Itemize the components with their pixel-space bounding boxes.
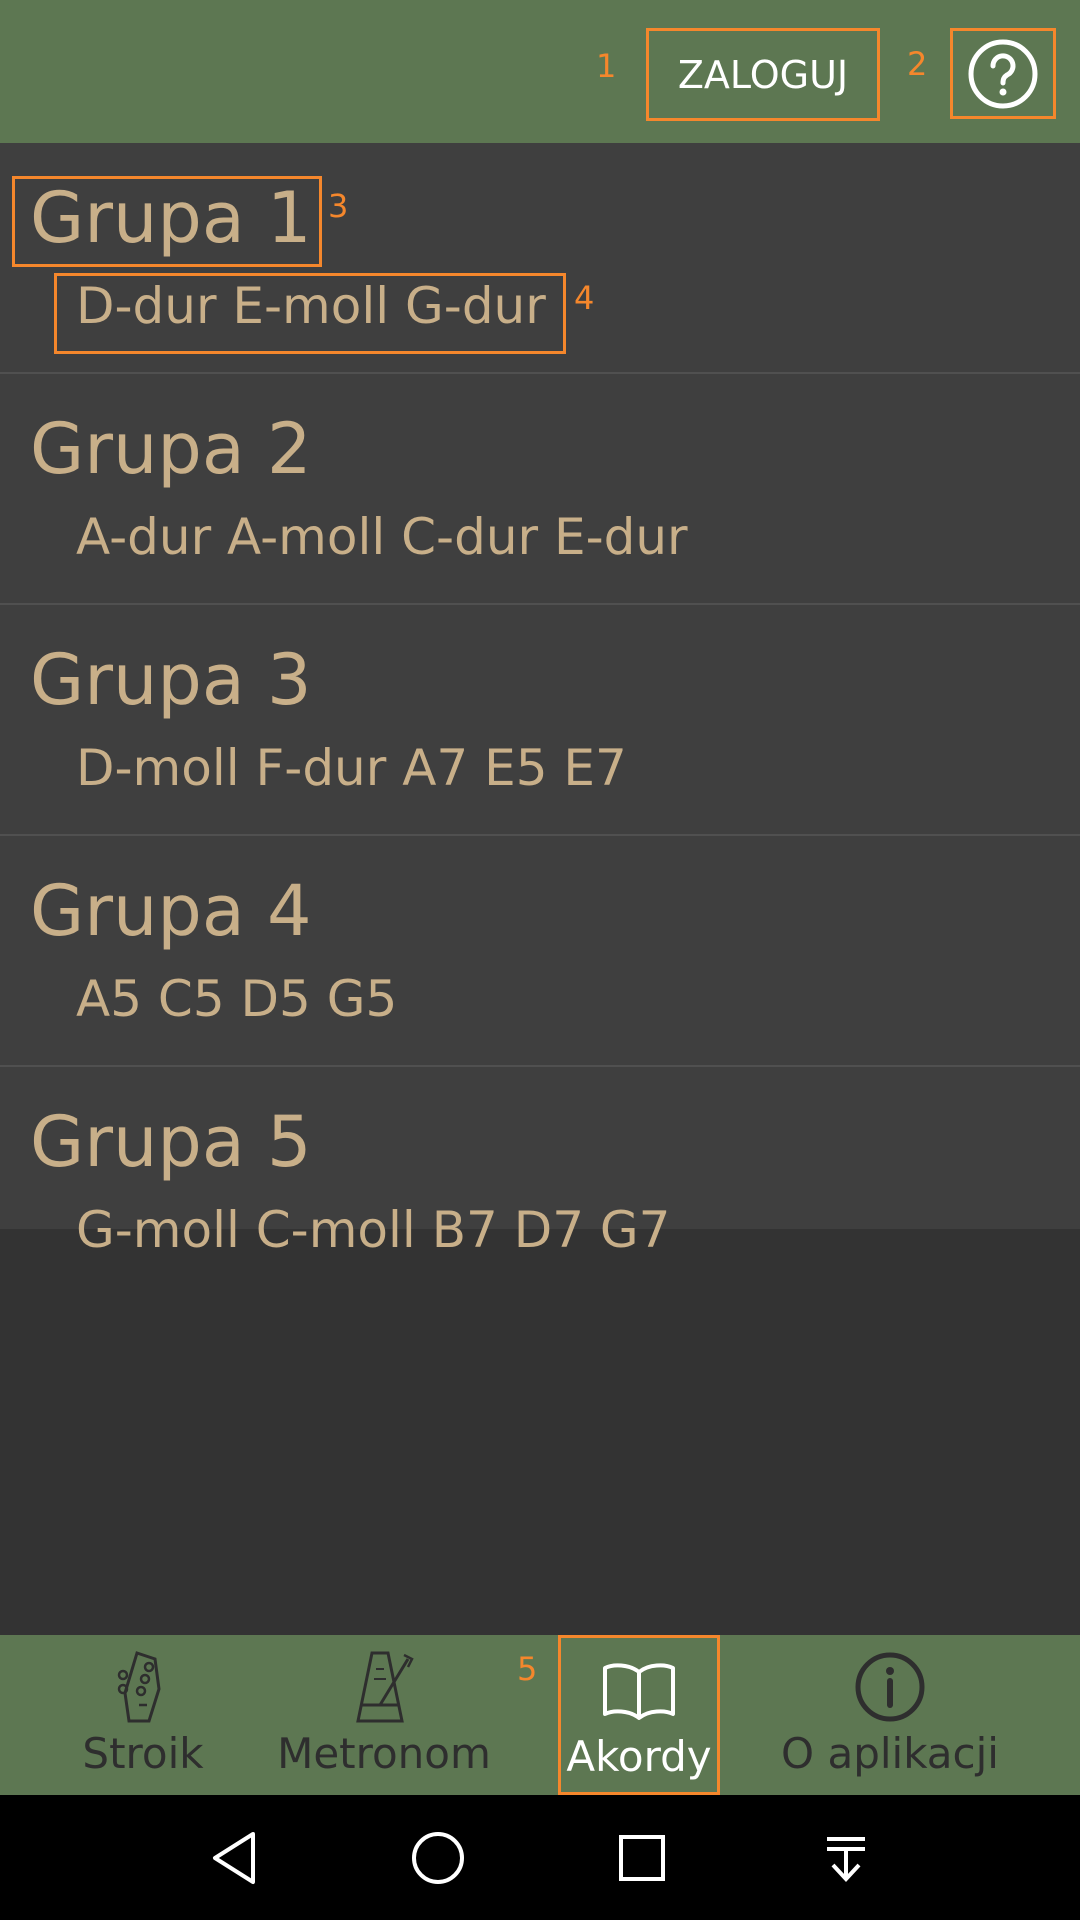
group-title: Grupa 5 bbox=[30, 1101, 312, 1183]
annotation-marker-2: 2 bbox=[907, 45, 928, 83]
annotation-marker-4: 4 bbox=[574, 279, 595, 317]
login-button[interactable]: ZALOGUJ bbox=[646, 28, 880, 121]
nav-item-akordy[interactable]: Akordy bbox=[558, 1635, 720, 1795]
annotation-marker-5: 5 bbox=[517, 1650, 538, 1688]
nav-item-stroik[interactable]: Stroik bbox=[70, 1635, 216, 1795]
highlight-box-group-title bbox=[12, 176, 322, 267]
notification-pull-icon[interactable] bbox=[816, 1828, 876, 1888]
help-button[interactable] bbox=[950, 28, 1056, 119]
group-chords: G-moll C-moll B7 D7 G7 bbox=[76, 1201, 671, 1259]
group-title: Grupa 3 bbox=[30, 639, 312, 721]
info-icon bbox=[854, 1649, 926, 1725]
open-book-icon bbox=[601, 1652, 677, 1728]
nav-item-o-aplikacji[interactable]: O aplikacji bbox=[780, 1635, 1000, 1795]
nav-label-o-aplikacji: O aplikacji bbox=[781, 1729, 999, 1778]
bottom-navigation: Stroik Metronom 5 Akordy O aplikacji bbox=[0, 1635, 1080, 1795]
system-navigation-bar bbox=[0, 1795, 1080, 1920]
highlight-box-group-chords bbox=[54, 273, 566, 354]
top-app-bar: 1 ZALOGUJ 2 bbox=[0, 0, 1080, 143]
list-item-group-5[interactable]: Grupa 5 G-moll C-moll B7 D7 G7 bbox=[0, 1067, 1080, 1255]
nav-label-metronom: Metronom bbox=[277, 1729, 491, 1778]
nav-label-akordy: Akordy bbox=[566, 1732, 712, 1781]
group-chords: A-dur A-moll C-dur E-dur bbox=[76, 508, 688, 566]
list-item-group-3[interactable]: Grupa 3 D-moll F-dur A7 E5 E7 bbox=[0, 605, 1080, 836]
annotation-marker-3: 3 bbox=[328, 187, 349, 225]
group-title: Grupa 2 bbox=[30, 408, 312, 490]
list-item-group-4[interactable]: Grupa 4 A5 C5 D5 G5 bbox=[0, 836, 1080, 1067]
nav-item-metronom[interactable]: Metronom bbox=[277, 1635, 491, 1795]
annotation-marker-1: 1 bbox=[596, 47, 617, 85]
guitar-headstock-icon bbox=[115, 1649, 171, 1725]
group-title: Grupa 4 bbox=[30, 870, 312, 952]
group-chords: A5 C5 D5 G5 bbox=[76, 970, 398, 1028]
recents-icon[interactable] bbox=[612, 1828, 672, 1888]
home-icon[interactable] bbox=[408, 1828, 468, 1888]
back-icon[interactable] bbox=[204, 1828, 264, 1888]
metronome-icon bbox=[352, 1649, 416, 1725]
help-circle-icon bbox=[968, 39, 1038, 108]
list-item-group-2[interactable]: Grupa 2 A-dur A-moll C-dur E-dur bbox=[0, 374, 1080, 605]
group-chords: D-moll F-dur A7 E5 E7 bbox=[76, 739, 627, 797]
nav-label-stroik: Stroik bbox=[82, 1729, 204, 1778]
